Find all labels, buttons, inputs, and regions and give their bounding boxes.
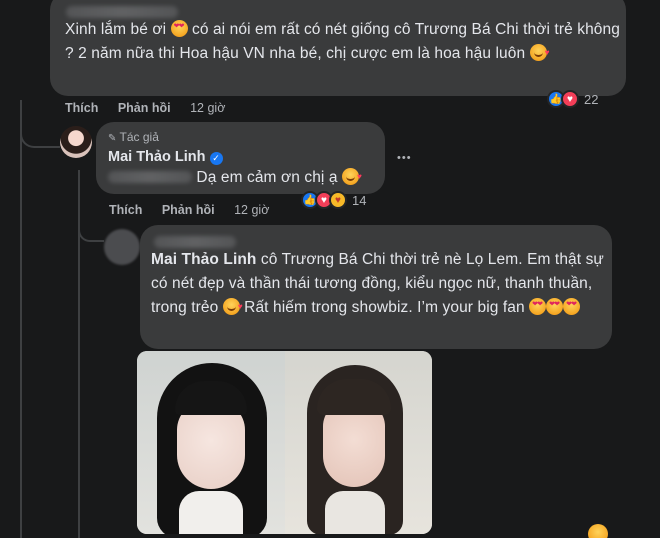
timestamp[interactable]: 12 giờ	[234, 203, 269, 217]
comment-actions: Thích Phản hồi 12 giờ	[65, 101, 241, 115]
photo-left	[137, 351, 285, 534]
avatar[interactable]	[60, 126, 92, 158]
reply-button[interactable]: Phản hồi	[162, 203, 215, 217]
mentioned-name-blurred[interactable]	[108, 171, 192, 183]
reply-button[interactable]: Phản hồi	[118, 101, 171, 115]
mention-link[interactable]: Mai Thảo Linh	[151, 251, 257, 268]
like-button[interactable]: Thích	[65, 101, 98, 115]
love-icon: ♥	[561, 90, 579, 108]
thread-line	[20, 100, 22, 538]
author-name[interactable]: Mai Thảo Linh ✓	[108, 149, 223, 165]
reply-actions: Thích Phản hồi 12 giờ	[109, 203, 285, 217]
smiling-face-with-hearts-emoji-icon	[529, 41, 550, 65]
like-button[interactable]: Thích	[109, 203, 142, 217]
more-options-button[interactable]: •••	[397, 152, 412, 164]
heart-eyes-emoji-icon	[546, 298, 564, 315]
smiling-face-with-hearts-emoji-icon	[342, 165, 362, 189]
photo-collage[interactable]	[137, 351, 432, 534]
timestamp[interactable]: 12 giờ	[190, 101, 225, 115]
reaction-count: 22	[584, 91, 599, 107]
smiling-face-with-hearts-emoji-icon	[222, 295, 243, 319]
reaction-summary[interactable]: 👍 ♥ 22	[547, 88, 598, 110]
reply-text: Dạ em cảm ơn chị ạ	[108, 165, 362, 190]
reaction-summary[interactable]: 👍 ♥ ♥ 14	[301, 189, 366, 211]
care-icon: ♥	[329, 191, 347, 209]
avatar-blurred[interactable]	[104, 229, 140, 265]
thread-connector	[20, 108, 60, 148]
verified-badge-icon: ✓	[209, 152, 223, 165]
reply-text: Mai Thảo Linh cô Trương Bá Chi thời trẻ …	[151, 248, 607, 320]
comment-bubble: Xinh lắm bé ơi có ai nói em rất có nét g…	[50, 0, 626, 96]
photo-right	[285, 351, 432, 534]
reply-bubble: Mai Thảo Linh cô Trương Bá Chi thời trẻ …	[140, 225, 612, 349]
heart-eyes-emoji-icon	[170, 20, 188, 37]
heart-eyes-emoji-icon	[529, 298, 547, 315]
thread-connector	[78, 216, 104, 242]
heart-eyes-emoji-icon	[563, 298, 581, 315]
reply-bubble: ✎ Tác giả Mai Thảo Linh ✓ Dạ em cảm ơn c…	[96, 122, 385, 194]
comment-text: Xinh lắm bé ơi có ai nói em rất có nét g…	[65, 18, 625, 66]
grinning-sweat-emoji-icon[interactable]	[588, 524, 608, 538]
reaction-count: 14	[352, 192, 367, 208]
pencil-icon: ✎	[108, 133, 117, 144]
author-badge: ✎ Tác giả	[108, 130, 159, 144]
